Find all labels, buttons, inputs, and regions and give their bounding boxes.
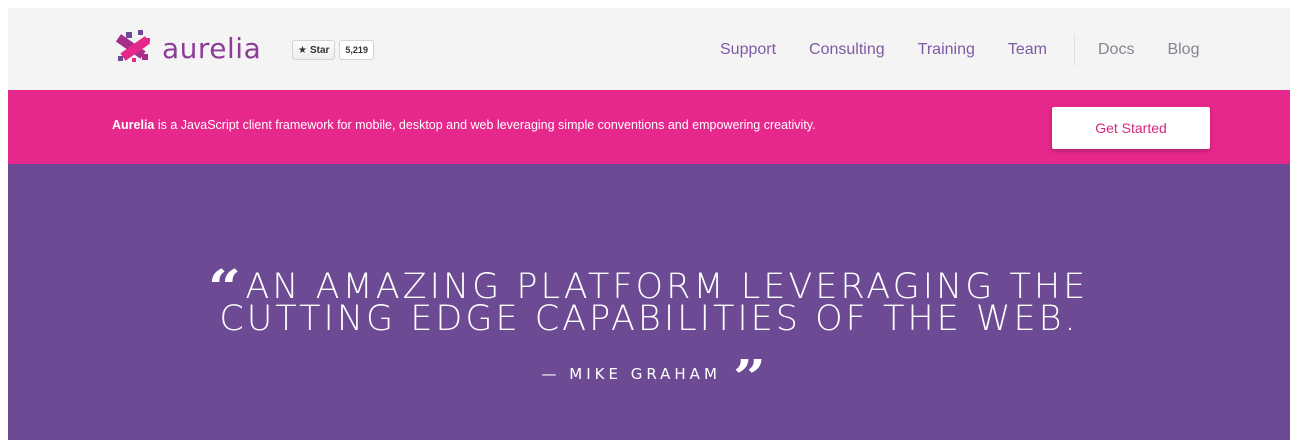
aurelia-logo-link[interactable]: aurelia: [112, 26, 261, 70]
nav-blog[interactable]: Blog: [1167, 41, 1199, 59]
nav-docs[interactable]: Docs: [1098, 41, 1134, 59]
page: aurelia ★ Star 5,219 Support Consulting …: [8, 8, 1290, 440]
banner-brand-word: Aurelia: [112, 118, 155, 132]
hero-quote: “AN AMAZING PLATFORM LEVERAGING THE CUTT…: [8, 164, 1290, 440]
github-star-label-box[interactable]: ★ Star: [292, 40, 336, 60]
nav-divider: [1074, 34, 1075, 66]
nav-training[interactable]: Training: [918, 41, 975, 59]
nav-support[interactable]: Support: [720, 41, 776, 59]
github-star-button[interactable]: ★ Star 5,219: [292, 40, 374, 60]
github-star-label: Star: [309, 44, 330, 56]
secondary-nav: Docs Blog: [1098, 38, 1199, 62]
banner-tagline: Aurelia is a JavaScript client framework…: [112, 118, 816, 132]
site-header: aurelia ★ Star 5,219 Support Consulting …: [8, 8, 1290, 90]
banner-tagline-text: is a JavaScript client framework for mob…: [154, 118, 816, 132]
brand-name: aurelia: [162, 31, 262, 65]
intro-banner: Aurelia is a JavaScript client framework…: [8, 90, 1290, 164]
github-star-count[interactable]: 5,219: [339, 40, 374, 60]
quote-author: — MIKE GRAHAM: [541, 365, 721, 383]
nav-team[interactable]: Team: [1008, 41, 1047, 59]
star-icon: ★: [298, 44, 307, 56]
aurelia-logo-icon: [115, 30, 151, 62]
get-started-button[interactable]: Get Started: [1052, 107, 1210, 149]
quote-line-2: CUTTING EDGE CAPABILITIES OF THE WEB.: [219, 299, 1079, 339]
nav-consulting[interactable]: Consulting: [809, 41, 885, 59]
close-quote-icon: ”: [732, 350, 766, 406]
quote-attribution: — MIKE GRAHAM ”: [8, 346, 1290, 406]
primary-nav: Support Consulting Training Team: [720, 38, 1047, 62]
